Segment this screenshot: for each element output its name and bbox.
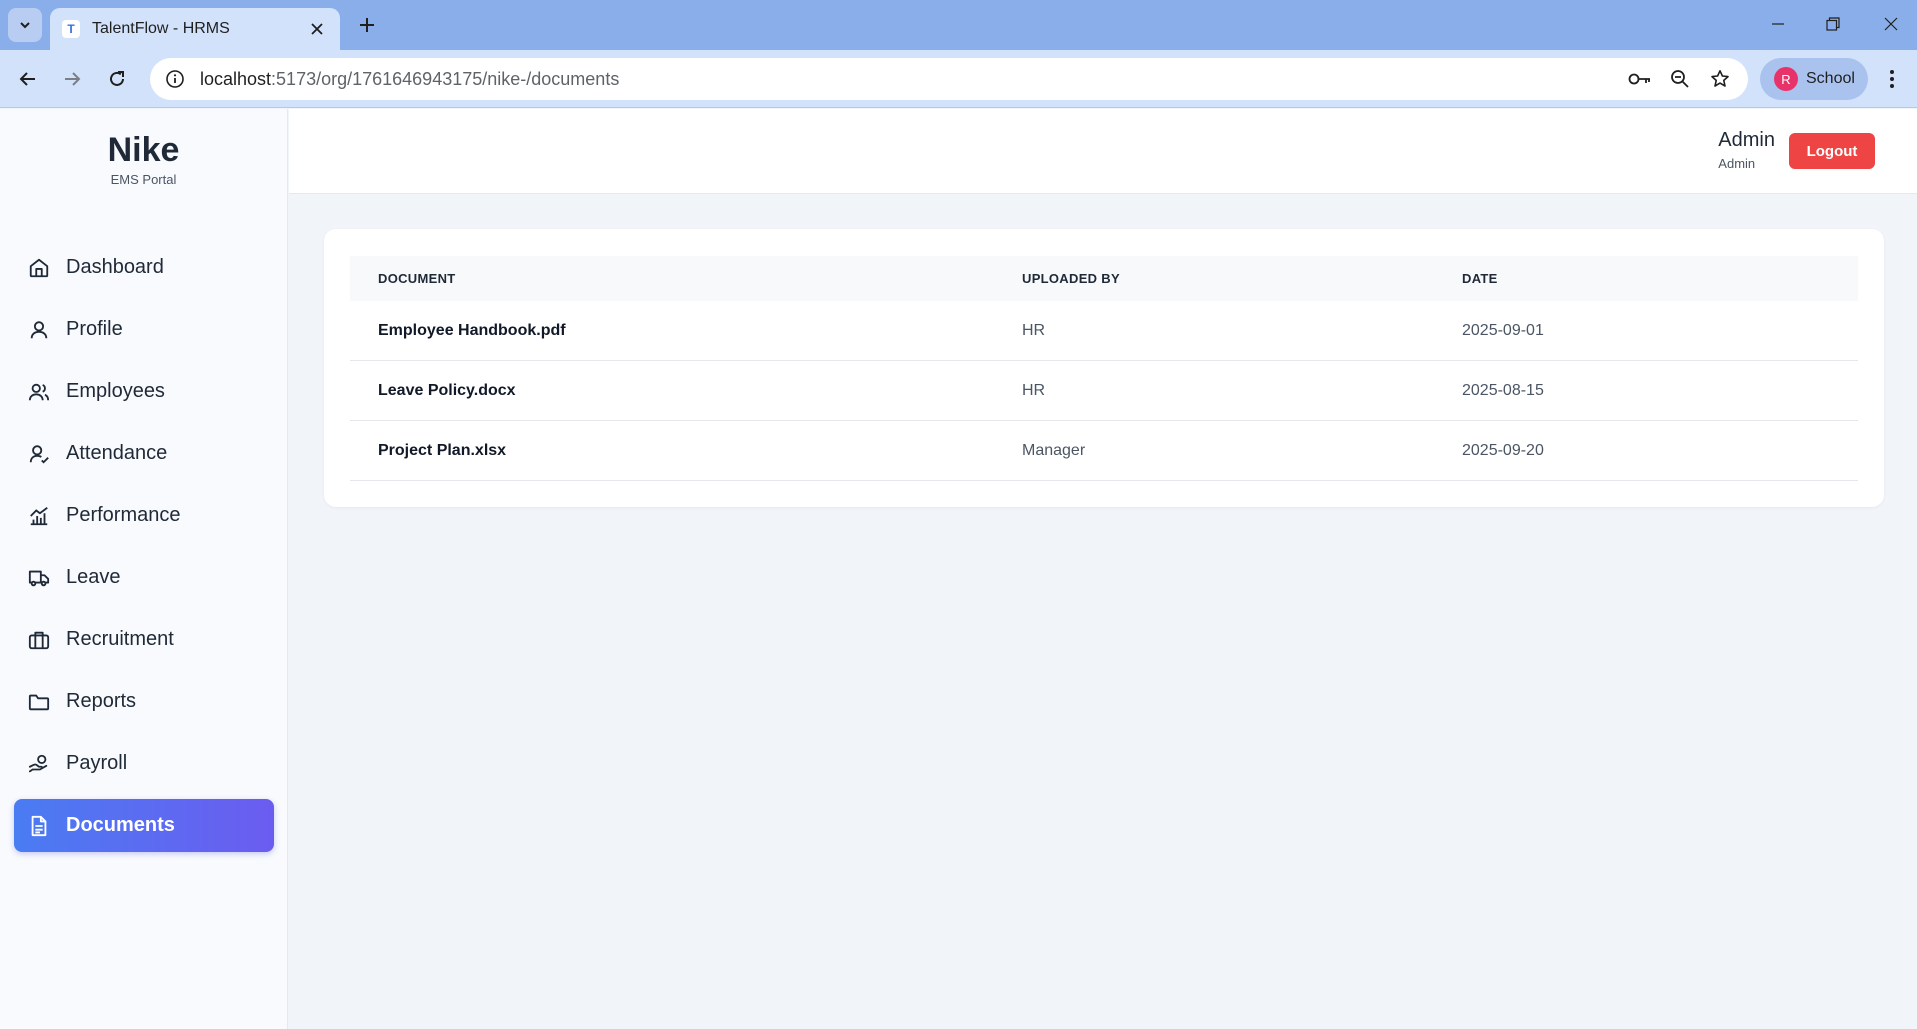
sidebar-item-dashboard[interactable]: Dashboard (14, 241, 274, 294)
uploaded-by: Manager (1022, 441, 1086, 459)
browser-toolbar: localhost:5173/org/1761646943175/nike-/d… (0, 50, 1917, 108)
chevron-down-icon (20, 22, 30, 29)
user-icon (26, 317, 52, 343)
minimize-icon (1772, 23, 1784, 25)
sidebar-nav: Dashboard Profile Employees Attendance P… (14, 241, 274, 861)
close-icon (311, 23, 323, 35)
folder-icon (26, 689, 52, 715)
sidebar-item-performance[interactable]: Performance (14, 489, 274, 542)
document-name[interactable]: Employee Handbook.pdf (350, 322, 1022, 340)
arrow-right-icon (65, 72, 81, 86)
sidebar-item-label: Performance (66, 504, 181, 526)
key-icon (1628, 73, 1650, 85)
sidebar-item-label: Profile (66, 318, 123, 340)
users-icon (26, 379, 52, 405)
brand-name: Nike (107, 131, 180, 169)
sidebar-item-label: Reports (66, 690, 137, 712)
browser-menu-button[interactable] (1876, 63, 1908, 95)
sidebar-item-recruitment[interactable]: Recruitment (14, 613, 274, 666)
browser-tab-active[interactable]: T TalentFlow - HRMS (50, 8, 340, 50)
arrow-left-icon (19, 72, 35, 86)
sidebar-item-attendance[interactable]: Attendance (14, 427, 274, 480)
window-close-button[interactable] (1871, 8, 1911, 40)
sidebar-item-label: Dashboard (66, 256, 164, 278)
profile-label: School (1806, 70, 1855, 87)
chart-icon (26, 503, 52, 529)
document-date: 2025-09-20 (1462, 441, 1544, 459)
sidebar-item-label: Attendance (66, 442, 168, 464)
tab-close-button[interactable] (306, 18, 328, 40)
sidebar-item-reports[interactable]: Reports (14, 675, 274, 728)
sidebar-item-employees[interactable]: Employees (14, 365, 274, 418)
info-icon (166, 70, 184, 88)
table-row[interactable]: Leave Policy.docx HR 2025-08-15 (350, 361, 1858, 421)
zoom-out-icon (1671, 70, 1689, 88)
new-tab-button[interactable] (352, 10, 382, 40)
url-text: localhost:5173/org/1761646943175/nike-/d… (200, 69, 1620, 90)
sidebar-item-leave[interactable]: Leave (14, 551, 274, 604)
column-header-uploaded-by: UPLOADED BY (1022, 271, 1120, 286)
reload-button[interactable] (101, 63, 133, 95)
document-date: 2025-09-01 (1462, 321, 1544, 339)
sidebar-item-documents[interactable]: Documents (14, 799, 274, 852)
column-header-document: DOCUMENT (378, 271, 456, 286)
tab-title: TalentFlow - HRMS (92, 20, 230, 37)
column-header-date: DATE (1462, 271, 1498, 286)
more-vertical-icon (1890, 70, 1894, 88)
browser-tab-bar: T TalentFlow - HRMS (0, 0, 1917, 50)
document-name[interactable]: Project Plan.xlsx (350, 442, 1022, 460)
url-path: :5173/org/1761646943175/nike-/documents (271, 68, 620, 89)
table-row[interactable]: Project Plan.xlsx Manager 2025-09-20 (350, 421, 1858, 481)
documents-card: DOCUMENT UPLOADED BY DATE Employee Handb… (324, 229, 1884, 507)
user-check-icon (26, 441, 52, 467)
sidebar-item-profile[interactable]: Profile (14, 303, 274, 356)
app-header: Admin Admin Logout (289, 109, 1917, 194)
sidebar-item-label: Documents (66, 814, 175, 836)
sidebar: Nike EMS Portal Dashboard Profile Employ… (0, 109, 288, 1029)
user-name: Admin (1718, 129, 1775, 151)
sidebar-item-label: Employees (66, 380, 165, 402)
document-icon (26, 813, 52, 839)
bookmark-button[interactable] (1700, 59, 1740, 99)
site-info-button[interactable] (154, 58, 196, 100)
restore-icon (1826, 17, 1840, 31)
hand-coins-icon (26, 751, 52, 777)
profile-avatar: R (1774, 67, 1798, 91)
briefcase-icon (26, 627, 52, 653)
sidebar-item-label: Payroll (66, 752, 128, 774)
uploaded-by: HR (1022, 321, 1046, 339)
forward-button[interactable] (56, 63, 88, 95)
brand: Nike EMS Portal (0, 109, 287, 187)
uploaded-by: HR (1022, 381, 1046, 399)
restore-button[interactable] (1813, 8, 1853, 40)
plus-icon (360, 18, 374, 32)
table-row[interactable]: Employee Handbook.pdf HR 2025-09-01 (350, 301, 1858, 361)
address-bar[interactable]: localhost:5173/org/1761646943175/nike-/d… (150, 58, 1748, 100)
tab-search-button[interactable] (8, 8, 42, 42)
zoom-button[interactable] (1660, 59, 1700, 99)
tab-favicon-icon: T (62, 20, 80, 38)
document-name[interactable]: Leave Policy.docx (350, 382, 1022, 400)
star-icon (1711, 70, 1729, 87)
browser-profile-button[interactable]: R School (1760, 58, 1868, 100)
user-info: Admin Admin (1718, 129, 1775, 171)
user-role: Admin (1718, 156, 1756, 171)
truck-icon (26, 565, 52, 591)
document-date: 2025-08-15 (1462, 381, 1544, 399)
back-button[interactable] (12, 63, 44, 95)
sidebar-item-label: Recruitment (66, 628, 174, 650)
home-icon (26, 255, 52, 281)
sidebar-item-payroll[interactable]: Payroll (14, 737, 274, 790)
minimize-button[interactable] (1758, 8, 1798, 40)
table-header: DOCUMENT UPLOADED BY DATE (350, 256, 1858, 301)
brand-subtitle: EMS Portal (110, 172, 177, 187)
reload-icon (110, 71, 124, 86)
close-icon (1884, 17, 1898, 31)
logout-button[interactable]: Logout (1789, 133, 1875, 169)
sidebar-item-label: Leave (66, 566, 121, 588)
url-host: localhost (200, 68, 272, 89)
password-key-button[interactable] (1620, 59, 1660, 99)
